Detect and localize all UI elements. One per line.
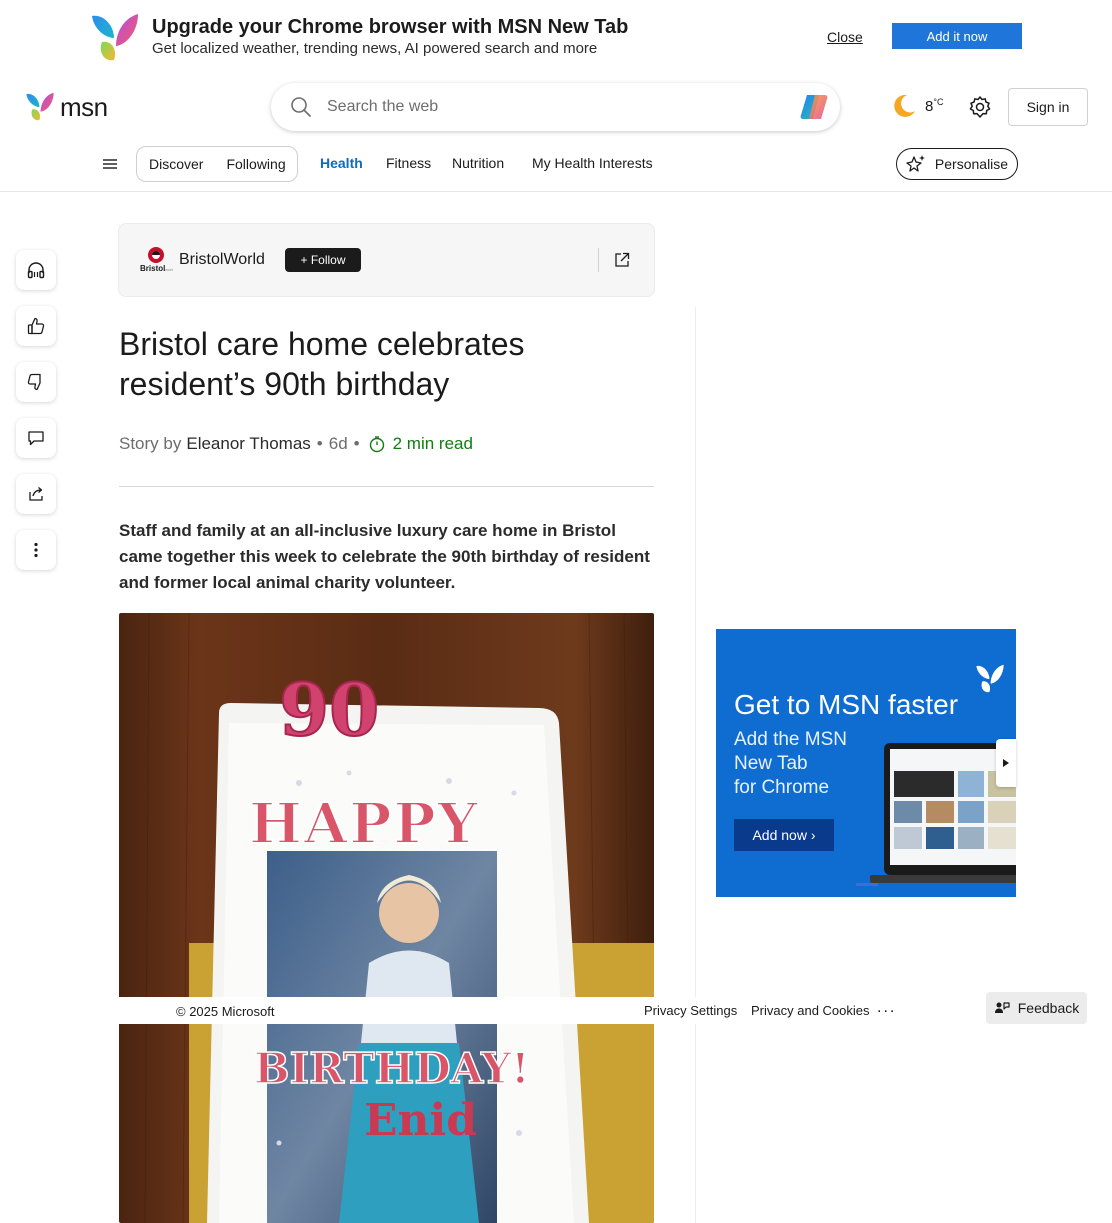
- feed-toggle: Discover Following: [136, 146, 298, 182]
- article-byline: Story by Eleanor Thomas • 6d • 2 min rea…: [119, 434, 473, 454]
- share-button[interactable]: [16, 474, 56, 514]
- laptop-screenshot-illustration: [856, 743, 1016, 886]
- open-external-icon[interactable]: [613, 251, 631, 269]
- play-arrow-icon: [1003, 759, 1009, 767]
- follow-button[interactable]: + Follow: [285, 248, 361, 272]
- weather-temperature: 8: [925, 97, 934, 115]
- promo-add-button[interactable]: Add it now: [892, 23, 1022, 49]
- search-input[interactable]: [327, 95, 787, 119]
- msn-butterfly-icon: [26, 92, 54, 121]
- category-nav: Discover Following Health Fitness Nutrit…: [0, 140, 1112, 192]
- weather-unit: °C: [933, 97, 944, 107]
- bristolworld-logo-text: Bristol: [140, 264, 165, 273]
- feedback-button[interactable]: Feedback: [986, 992, 1087, 1024]
- tab-following[interactable]: Following: [226, 156, 285, 172]
- publisher-card: Bristol world BristolWorld + Follow: [118, 223, 655, 297]
- article-photo-birthday-cake[interactable]: 90 HAPPY BIRTHDAY! Enid: [119, 613, 654, 1223]
- cake-name-text: Enid: [364, 1095, 477, 1146]
- article-headline: Bristol care home celebrates resident’s …: [119, 326, 525, 402]
- more-options-button[interactable]: [16, 530, 56, 570]
- feedback-icon: [994, 1002, 1010, 1013]
- birthday-cake-image: 90 HAPPY BIRTHDAY! Enid: [119, 613, 654, 1223]
- search-box: [271, 83, 840, 131]
- copilot-icon[interactable]: [799, 93, 829, 121]
- like-button[interactable]: [16, 306, 56, 346]
- dislike-button[interactable]: [16, 362, 56, 402]
- nav-item-fitness[interactable]: Fitness: [386, 155, 431, 171]
- page-footer: © 2025 Microsoft Privacy Settings Privac…: [119, 997, 909, 1024]
- headphones-icon: [27, 262, 45, 279]
- article-age: 6d: [328, 434, 348, 453]
- ad-line: for Chrome: [734, 777, 830, 798]
- story-by-label: Story by: [119, 434, 182, 453]
- byline-separator: •: [353, 434, 360, 453]
- weather-widget[interactable]: 8 °C: [891, 93, 943, 119]
- privacy-and-cookies-link[interactable]: Privacy and Cookies: [751, 1003, 870, 1018]
- share-icon: [29, 487, 43, 501]
- ad-add-now-button[interactable]: Add now ›: [734, 819, 834, 851]
- moon-icon: [894, 94, 915, 117]
- thumbs-down-icon: [27, 373, 41, 391]
- comment-button[interactable]: [16, 418, 56, 458]
- nav-item-my-health-interests[interactable]: My Health Interests: [532, 155, 653, 171]
- hamburger-menu-icon[interactable]: [101, 156, 119, 172]
- cake-candles-text: 90: [279, 667, 379, 752]
- read-time: 2 min read: [392, 434, 473, 453]
- cake-happy-text: HAPPY: [249, 791, 480, 857]
- ad-title: Get to MSN faster: [734, 689, 959, 720]
- promo-title: Upgrade your Chrome browser with MSN New…: [152, 16, 629, 38]
- bristolworld-logo[interactable]: Bristol world: [139, 246, 173, 274]
- ad-next-arrow[interactable]: [996, 739, 1016, 787]
- byline-separator: •: [316, 434, 323, 453]
- msn-home-logo[interactable]: msn: [24, 90, 108, 124]
- copyright-text: © 2025 Microsoft: [176, 1004, 275, 1019]
- ad-line: New Tab: [734, 753, 808, 774]
- personalise-button[interactable]: Personalise: [896, 148, 1018, 180]
- nav-item-nutrition[interactable]: Nutrition: [452, 155, 504, 171]
- search-icon[interactable]: [290, 96, 312, 118]
- article-lede: Staff and family at an all-inclusive lux…: [119, 521, 650, 592]
- sparkle-star-icon: [906, 155, 925, 172]
- publisher-divider: [598, 248, 599, 272]
- ad-line: Add the MSN: [734, 729, 847, 750]
- column-divider: [695, 307, 696, 1223]
- msn-butterfly-icon: [976, 664, 1004, 693]
- listen-button[interactable]: [16, 250, 56, 290]
- thumbs-up-icon: [27, 317, 45, 335]
- more-vertical-icon: [34, 542, 38, 558]
- feedback-label: Feedback: [1017, 1000, 1080, 1016]
- promo-close-link[interactable]: Close: [827, 29, 863, 45]
- sign-in-button[interactable]: Sign in: [1008, 88, 1088, 126]
- promo-banner: Upgrade your Chrome browser with MSN New…: [0, 0, 1112, 74]
- publisher-name[interactable]: BristolWorld: [179, 251, 265, 269]
- footer-more-button[interactable]: ...: [877, 999, 896, 1017]
- msn-logo-text: msn: [60, 91, 108, 122]
- tab-discover[interactable]: Discover: [149, 156, 203, 172]
- byline-divider: [119, 486, 654, 487]
- cake-birthday-text: BIRTHDAY!: [254, 1044, 530, 1093]
- svg-text:world: world: [165, 267, 173, 272]
- nav-item-health[interactable]: Health: [320, 155, 363, 171]
- timer-icon: [369, 436, 384, 453]
- comment-icon: [28, 431, 44, 446]
- author-name[interactable]: Eleanor Thomas: [186, 434, 310, 454]
- personalise-label: Personalise: [934, 156, 1009, 172]
- msn-new-tab-ad[interactable]: Get to MSN faster Add the MSN New Tab fo…: [716, 629, 1016, 897]
- promo-subtitle: Get localized weather, trending news, AI…: [152, 40, 598, 57]
- privacy-settings-link[interactable]: Privacy Settings: [644, 1003, 737, 1018]
- gear-icon[interactable]: [968, 95, 992, 119]
- msn-butterfly-logo-icon: [92, 14, 138, 61]
